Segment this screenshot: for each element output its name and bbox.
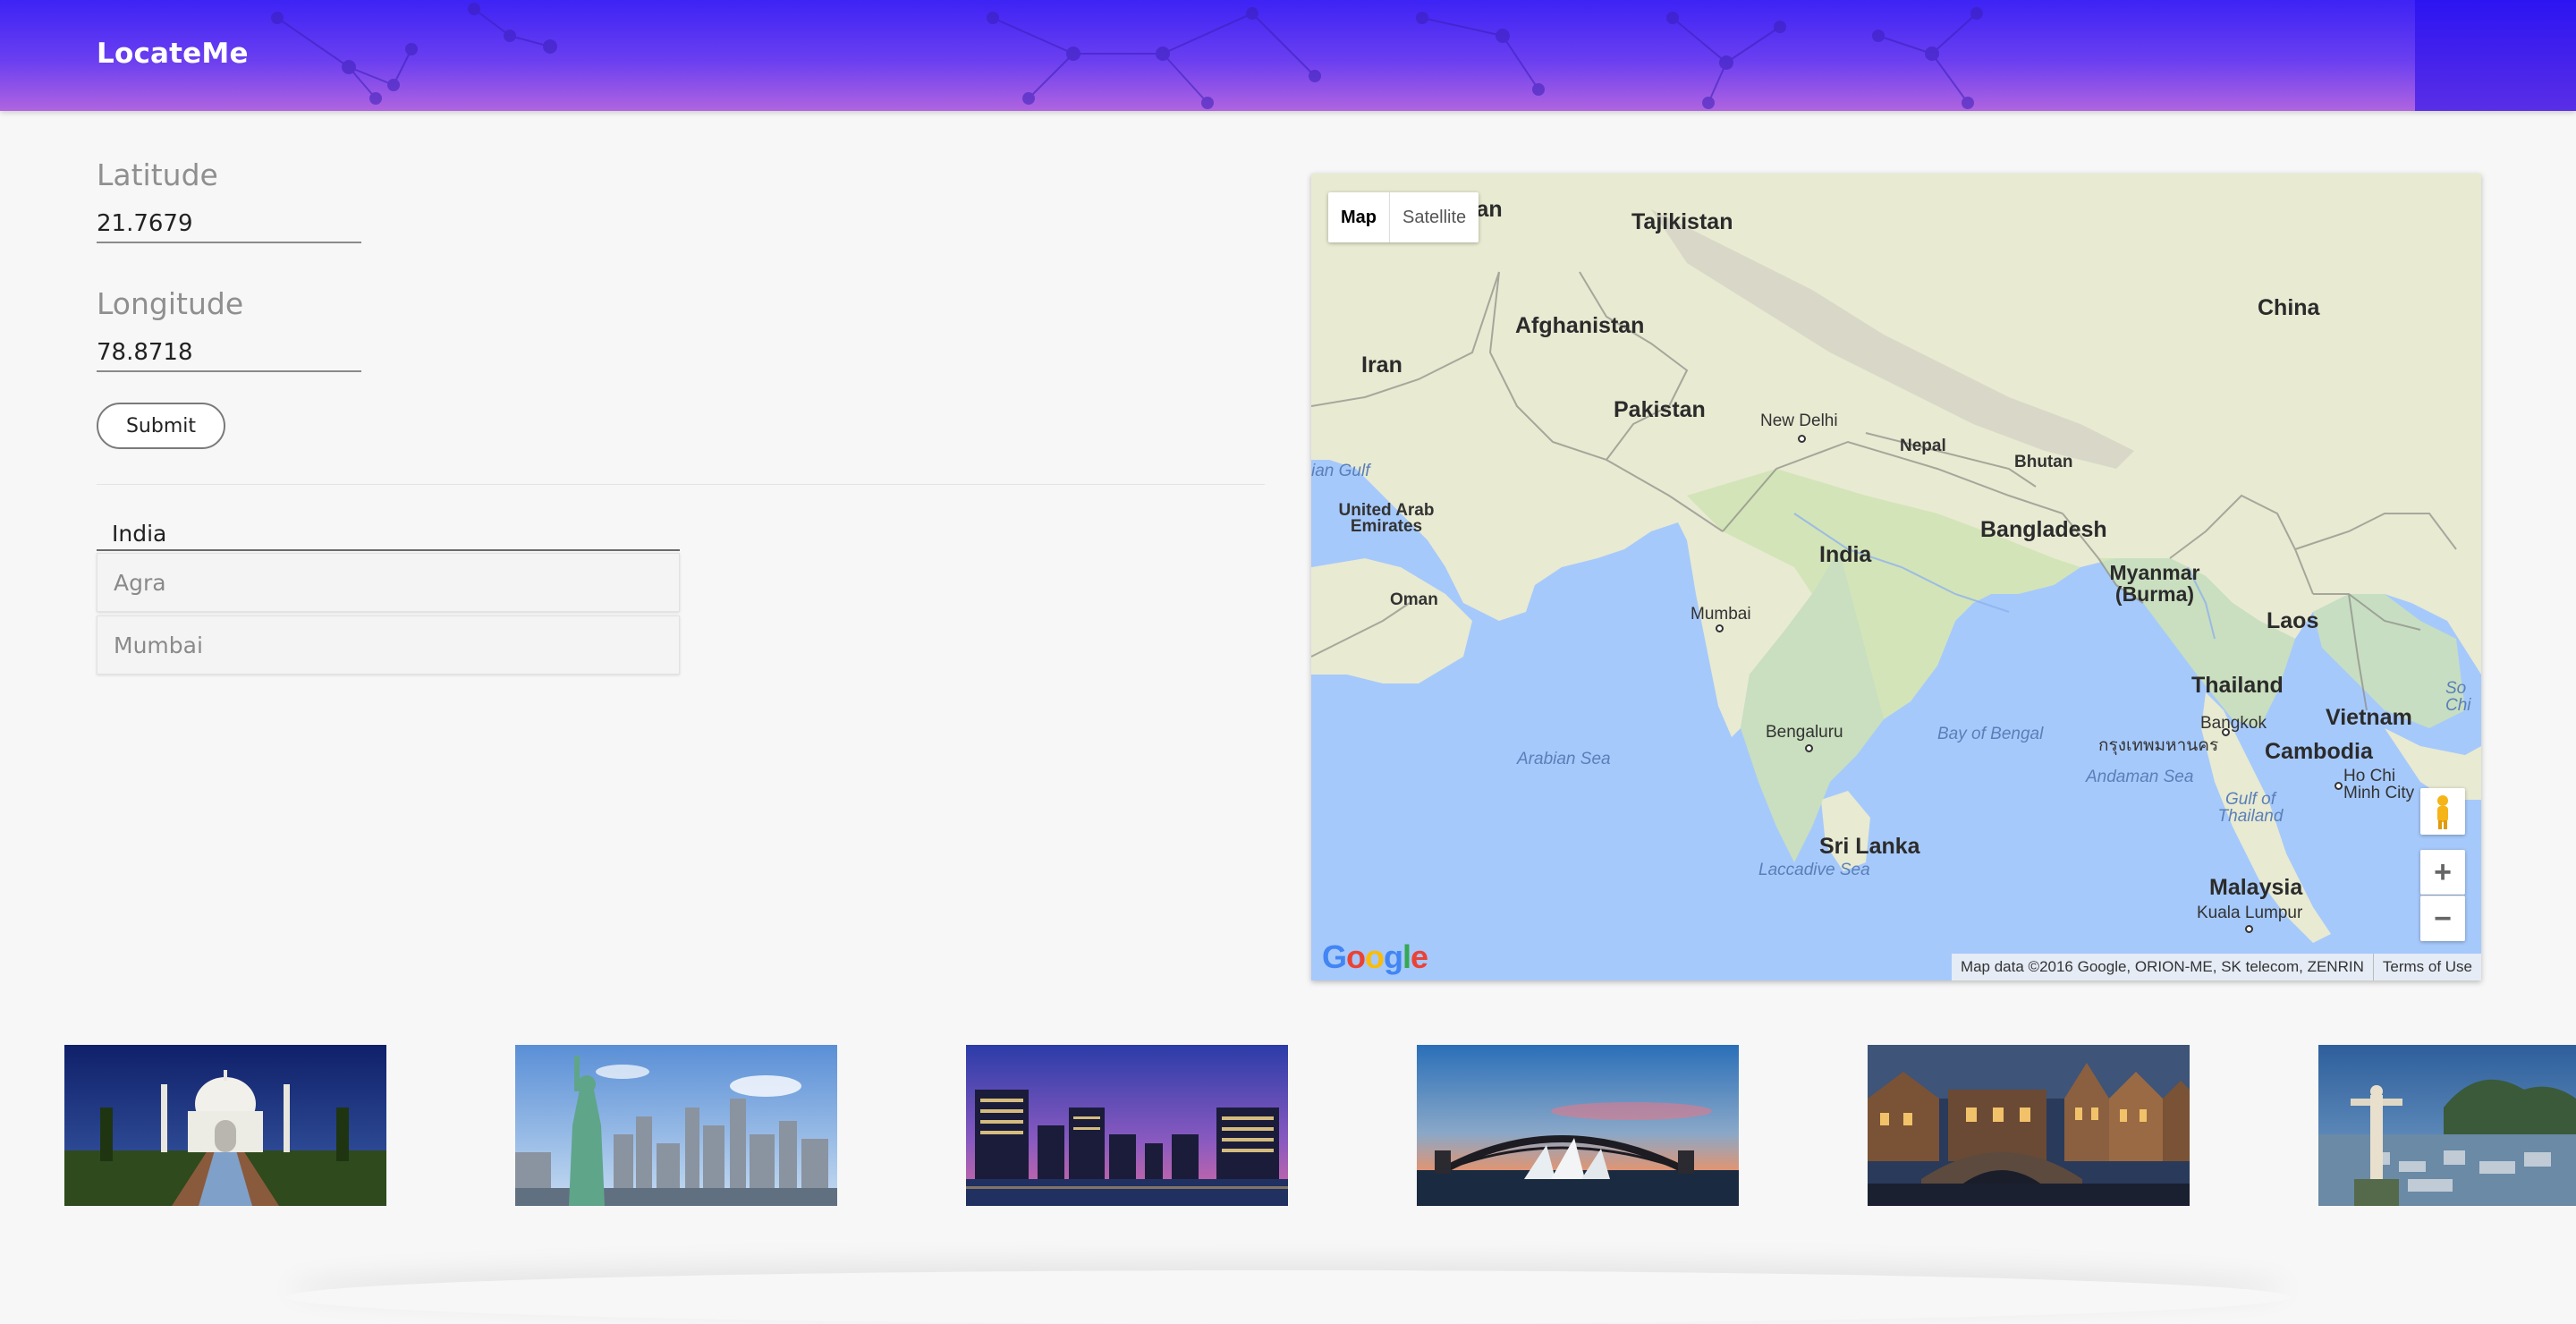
map-label-laos: Laos bbox=[2267, 608, 2319, 633]
map-label-mumbai: Mumbai bbox=[1690, 605, 1751, 624]
map-label-bangkok: Bangkok bbox=[2200, 714, 2267, 733]
gallery-thumb-taj-mahal[interactable] bbox=[64, 1045, 386, 1206]
suggestion-item-agra[interactable]: Agra bbox=[97, 553, 680, 612]
terms-of-use-link[interactable]: Terms of Use bbox=[2372, 954, 2481, 980]
map-label-laccadive-sea: Laccadive Sea bbox=[1758, 861, 1870, 879]
map-label-ho-chi-minh-city: Ho Chi Minh City bbox=[2343, 767, 2415, 802]
map-label-andaman-sea: Andaman Sea bbox=[2086, 768, 2194, 786]
map-label-iran: Iran bbox=[1361, 352, 1402, 378]
map-label-bay-of-bengal: Bay of Bengal bbox=[1937, 725, 2044, 743]
submit-button[interactable]: Submit bbox=[97, 403, 225, 449]
latitude-input[interactable] bbox=[97, 206, 361, 243]
gallery-thumb-statue-of-liberty[interactable] bbox=[515, 1045, 837, 1206]
google-logo[interactable]: Google bbox=[1322, 938, 1428, 976]
suggestion-item-mumbai[interactable]: Mumbai bbox=[97, 615, 680, 675]
google-map[interactable]: nistan Tajikistan Afghanistan Iran Pakis… bbox=[1311, 174, 2481, 980]
map-type-satellite-button[interactable]: Satellite bbox=[1390, 192, 1479, 242]
map-label-bhutan: Bhutan bbox=[2014, 453, 2073, 471]
network-pattern-decoration bbox=[271, 3, 1983, 109]
brand-logo[interactable]: LocateMe bbox=[97, 38, 249, 70]
gallery-thumb-city-skyline-at-dusk[interactable] bbox=[966, 1045, 1288, 1206]
map-attribution-bar: Map data ©2016 Google, ORION-ME, SK tele… bbox=[1951, 954, 2481, 980]
zoom-in-button[interactable]: + bbox=[2420, 850, 2465, 895]
city-marker-bangkok bbox=[2222, 728, 2230, 736]
map-label-afghanistan: Afghanistan bbox=[1515, 313, 1645, 338]
city-marker-mumbai bbox=[1716, 624, 1724, 632]
map-label-sri-lanka: Sri Lanka bbox=[1819, 834, 1920, 859]
map-label-oman: Oman bbox=[1390, 590, 1438, 609]
map-label-thailand: Thailand bbox=[2191, 673, 2284, 698]
map-label-persian-gulf-partial: ian Gulf bbox=[1311, 462, 1370, 480]
map-label-arabian-sea: Arabian Sea bbox=[1517, 750, 1611, 768]
top-navbar: LocateMe bbox=[0, 0, 2576, 111]
map-label-uae: United Arab Emirates bbox=[1338, 501, 1435, 536]
longitude-label: Longitude bbox=[97, 286, 244, 321]
gallery-thumb-christ-the-redeemer[interactable] bbox=[2318, 1045, 2576, 1206]
country-search-input[interactable] bbox=[97, 517, 680, 551]
map-label-bangkok-thai: กรุงเทพมหานคร bbox=[2098, 736, 2219, 755]
map-label-bangladesh: Bangladesh bbox=[1980, 517, 2107, 542]
map-label-cambodia: Cambodia bbox=[2265, 739, 2373, 764]
section-divider bbox=[97, 484, 1265, 485]
map-label-new-delhi: New Delhi bbox=[1760, 412, 1838, 430]
footer-shadow-decoration bbox=[286, 1270, 2290, 1324]
map-label-south-china-sea-partial: So Chi bbox=[2445, 679, 2471, 715]
city-marker-kuala-lumpur bbox=[2245, 925, 2253, 933]
longitude-input[interactable] bbox=[97, 335, 361, 372]
suggestion-list: Agra Mumbai bbox=[97, 553, 680, 678]
map-label-malaysia: Malaysia bbox=[2209, 875, 2303, 900]
map-type-control: Map Satellite bbox=[1328, 192, 1479, 242]
zoom-out-button[interactable]: − bbox=[2420, 895, 2465, 941]
header-accent-block bbox=[2415, 0, 2576, 111]
map-label-vietnam: Vietnam bbox=[2326, 705, 2412, 730]
gallery-thumb-sydney-harbour-bridge[interactable] bbox=[1417, 1045, 1739, 1206]
city-marker-ho-chi-minh-city bbox=[2334, 782, 2343, 790]
city-marker-new-delhi bbox=[1798, 435, 1806, 443]
street-view-pegman-icon[interactable] bbox=[2420, 788, 2465, 835]
map-label-bengaluru: Bengaluru bbox=[1766, 723, 1843, 742]
map-label-gulf-of-thailand: Gulf of Thailand bbox=[2217, 790, 2284, 826]
map-label-tajikistan: Tajikistan bbox=[1631, 209, 1733, 234]
city-marker-bengaluru bbox=[1805, 744, 1813, 752]
map-label-kuala-lumpur: Kuala Lumpur bbox=[2197, 904, 2303, 922]
map-attribution-text: Map data ©2016 Google, ORION-ME, SK tele… bbox=[1960, 958, 2364, 975]
latitude-label: Latitude bbox=[97, 157, 218, 192]
map-label-india: India bbox=[1819, 542, 1872, 567]
map-label-nepal: Nepal bbox=[1900, 437, 1946, 455]
map-label-china: China bbox=[2258, 295, 2320, 320]
map-type-map-button[interactable]: Map bbox=[1328, 192, 1390, 242]
map-label-myanmar: Myanmar (Burma) bbox=[2109, 561, 2200, 606]
gallery-thumb-old-town-bridge-at-night[interactable] bbox=[1868, 1045, 2190, 1206]
map-label-pakistan: Pakistan bbox=[1614, 397, 1706, 422]
